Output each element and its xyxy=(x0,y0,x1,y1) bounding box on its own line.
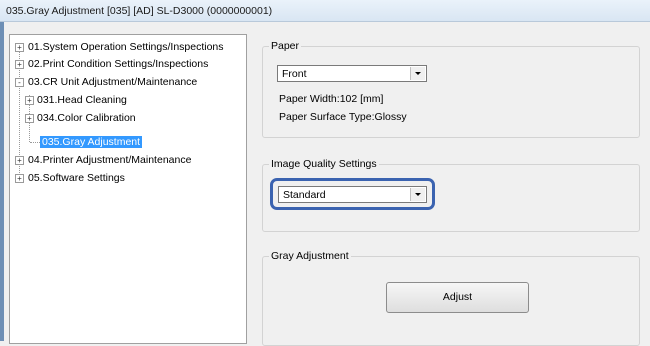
gray-adjustment-group-title: Gray Adjustment xyxy=(269,250,351,263)
expand-icon[interactable]: + xyxy=(15,60,24,69)
gray-adjustment-group: Gray Adjustment Adjust xyxy=(262,250,640,346)
paper-side-select[interactable]: Front xyxy=(277,65,427,82)
expand-icon[interactable]: + xyxy=(25,96,34,105)
tree-item-label: 031.Head Cleaning xyxy=(37,94,127,106)
tree-guide-line xyxy=(30,142,40,143)
window-title: 035.Gray Adjustment [035] [AD] SL-D3000 … xyxy=(6,5,273,17)
tree-item-label: 034.Color Calibration xyxy=(37,112,136,124)
image-quality-group-title: Image Quality Settings xyxy=(269,158,379,171)
dropdown-arrow-icon[interactable] xyxy=(410,67,425,80)
expand-icon[interactable]: + xyxy=(15,174,24,183)
adjust-button[interactable]: Adjust xyxy=(386,282,529,313)
paper-surface-text: Paper Surface Type:Glossy xyxy=(279,111,407,123)
expand-icon[interactable]: + xyxy=(15,156,24,165)
image-quality-select[interactable]: Standard xyxy=(278,186,427,203)
tree-item-gray-adjustment[interactable]: 035.Gray Adjustment xyxy=(40,135,143,150)
dropdown-arrow-icon[interactable] xyxy=(410,188,425,201)
paper-group: Paper Front Paper Width:102 [mm] Paper S… xyxy=(262,40,640,138)
expand-icon[interactable]: + xyxy=(25,114,34,123)
tree-item-label: 05.Software Settings xyxy=(28,172,125,184)
image-quality-group: Image Quality Settings Standard xyxy=(262,158,640,232)
tree-item-label: 02.Print Condition Settings/Inspections xyxy=(28,58,209,70)
settings-tree[interactable]: + 01.System Operation Settings/Inspectio… xyxy=(9,34,247,344)
tree-item-label: 01.System Operation Settings/Inspections xyxy=(28,41,224,53)
paper-width-text: Paper Width:102 [mm] xyxy=(279,93,384,105)
collapse-icon[interactable]: - xyxy=(15,78,24,87)
tree-item-label: 04.Printer Adjustment/Maintenance xyxy=(28,154,192,166)
tree-item-label: 03.CR Unit Adjustment/Maintenance xyxy=(28,76,198,88)
expand-icon[interactable]: + xyxy=(15,43,24,52)
image-quality-value: Standard xyxy=(283,189,326,201)
tree-item-label-selected: 035.Gray Adjustment xyxy=(40,136,143,148)
title-bar: 035.Gray Adjustment [035] [AD] SL-D3000 … xyxy=(0,0,650,22)
window-left-border xyxy=(0,22,4,341)
paper-group-title: Paper xyxy=(269,40,302,53)
paper-side-value: Front xyxy=(282,68,307,80)
